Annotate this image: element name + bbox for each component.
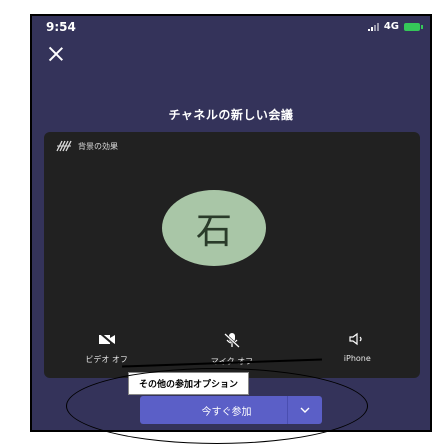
speaker-icon <box>349 332 362 346</box>
media-controls: ビデオ オフ マイク オフ iPhone <box>44 332 420 367</box>
avatar-initial: 石 <box>195 211 232 252</box>
background-effects-label: 背景の効果 <box>78 141 118 151</box>
video-toggle-button[interactable]: ビデオ オフ <box>52 332 162 367</box>
status-time: 9:54 <box>46 20 76 34</box>
audio-output-button[interactable]: iPhone <box>302 332 412 367</box>
phone-screen: 9:54 4G チャネルの新しい会議 背景の効果 石 ビデオ オフ マイク オフ… <box>30 14 432 432</box>
mic-toggle-button[interactable]: マイク オフ <box>177 332 287 367</box>
status-indicators: 4G <box>367 21 423 32</box>
avatar: 石 <box>162 190 266 266</box>
signal-icon <box>367 22 379 31</box>
more-join-options-button[interactable]: その他の参加オプション <box>128 372 250 395</box>
network-type: 4G <box>383 21 399 32</box>
close-icon[interactable] <box>46 44 66 64</box>
battery-icon <box>404 22 423 31</box>
video-off-icon <box>98 332 115 346</box>
mic-toggle-label: マイク オフ <box>210 357 254 366</box>
join-now-button[interactable]: 今すぐ参加 <box>140 396 322 424</box>
status-bar: 9:54 4G <box>32 16 430 38</box>
background-effects-icon <box>56 140 72 152</box>
join-now-label: 今すぐ参加 <box>201 406 252 418</box>
video-toggle-label: ビデオ オフ <box>85 355 128 364</box>
audio-output-label: iPhone <box>343 354 371 363</box>
chevron-down-icon[interactable] <box>288 407 322 413</box>
video-preview: 背景の効果 石 ビデオ オフ マイク オフ iPhone <box>44 132 420 378</box>
mic-off-icon <box>224 333 240 348</box>
background-effects-button[interactable]: 背景の効果 <box>56 140 118 152</box>
meeting-title: チャネルの新しい会議 <box>168 108 294 122</box>
